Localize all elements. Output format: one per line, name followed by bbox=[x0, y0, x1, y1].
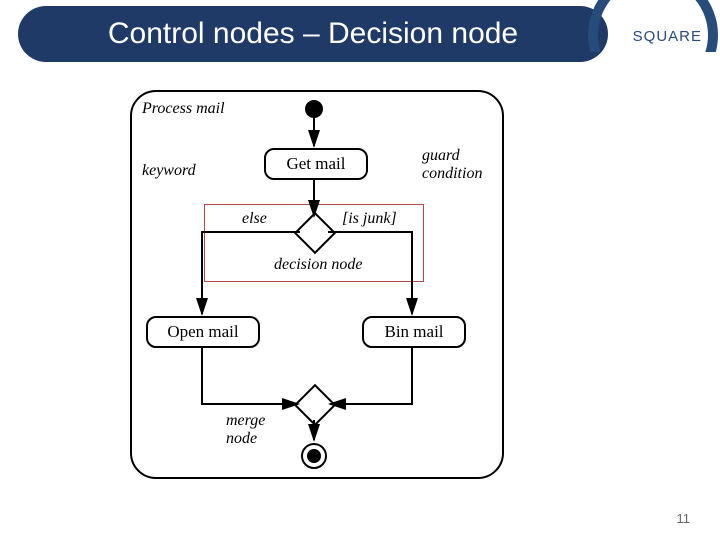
brand-logo: SQUARE bbox=[618, 0, 708, 70]
activity-frame: Process mail keyword guard condition els… bbox=[130, 90, 504, 479]
slide: Control nodes – Decision node SQUARE Pro… bbox=[0, 0, 720, 540]
page-number: 11 bbox=[677, 511, 691, 526]
title-bar: Control nodes – Decision node bbox=[18, 6, 608, 62]
brand-text: SQUARE bbox=[633, 28, 702, 45]
flow-arrows bbox=[132, 92, 502, 477]
slide-title: Control nodes – Decision node bbox=[18, 6, 608, 62]
logo-arc-icon bbox=[588, 0, 718, 100]
